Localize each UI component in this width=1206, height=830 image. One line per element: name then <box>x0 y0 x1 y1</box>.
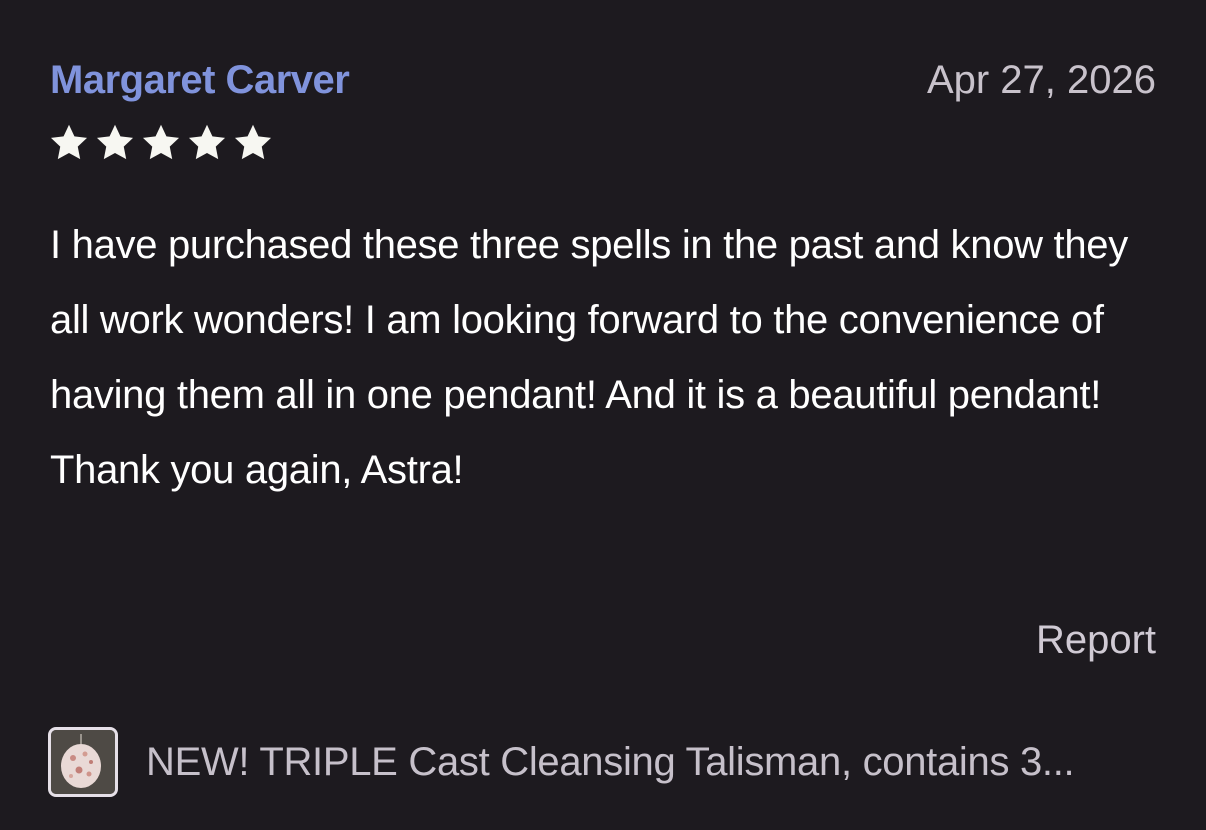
star-icon <box>142 124 180 160</box>
star-rating <box>48 122 274 164</box>
product-thumbnail[interactable] <box>48 727 118 797</box>
star-icon <box>96 124 134 160</box>
reviewed-product-link[interactable]: NEW! TRIPLE Cast Cleansing Talisman, con… <box>48 724 1156 800</box>
star-icon <box>188 124 226 160</box>
star-icon <box>50 124 88 160</box>
review-date: Apr 27, 2026 <box>926 58 1156 102</box>
reviewer-name[interactable]: Margaret Carver <box>50 58 350 103</box>
report-link[interactable]: Report <box>1036 618 1156 663</box>
product-title[interactable]: NEW! TRIPLE Cast Cleansing Talisman, con… <box>146 740 1074 785</box>
review-text: I have purchased these three spells in t… <box>50 223 1128 492</box>
review-card: Margaret Carver Apr 27, 2026 I have purc… <box>0 0 1206 830</box>
star-icon <box>234 124 272 160</box>
pendant-thumbnail-icon <box>51 730 115 794</box>
